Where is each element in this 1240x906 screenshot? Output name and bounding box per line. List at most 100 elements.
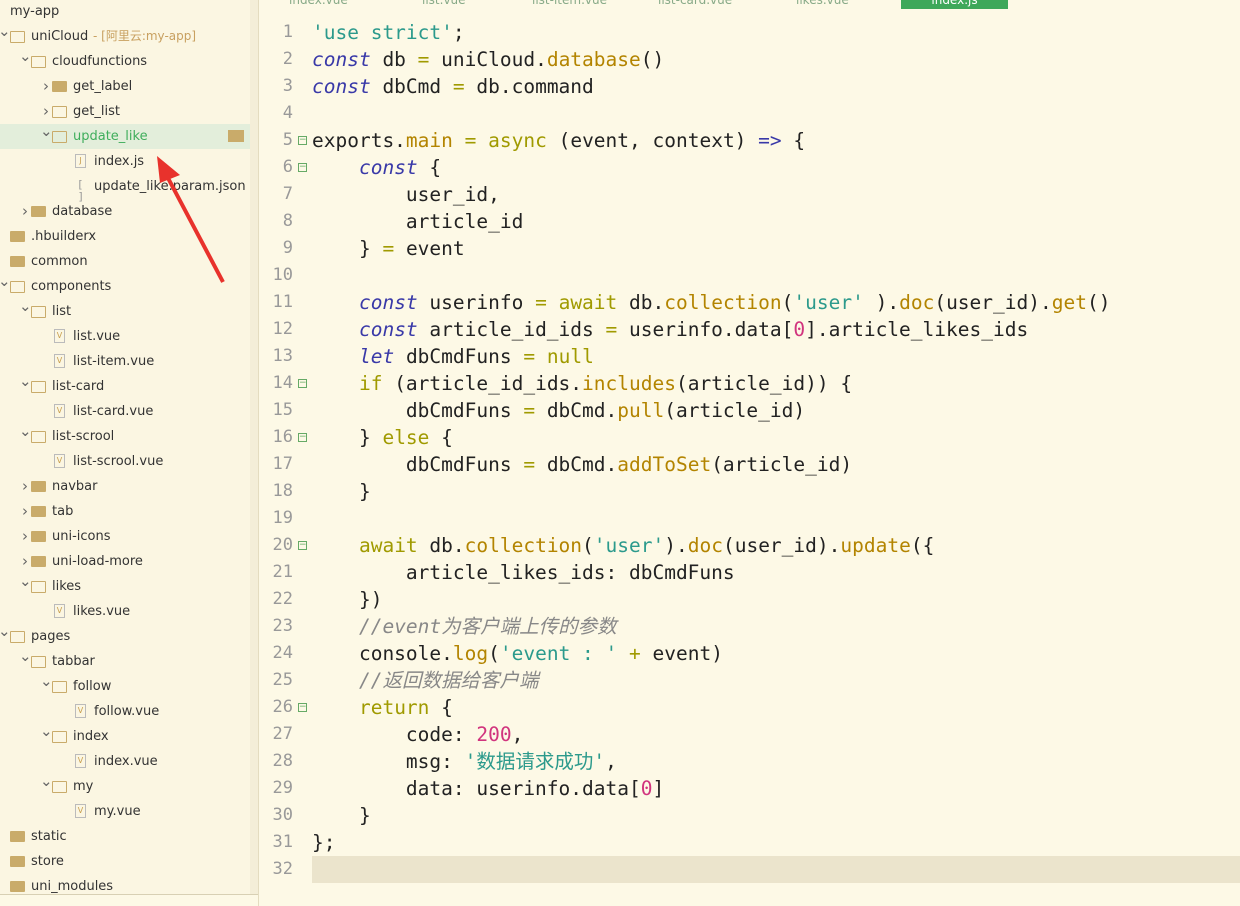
folder-item[interactable]: ⌄ my: [0, 772, 250, 799]
tab-list-item-vue[interactable]: list-item.vue: [532, 0, 607, 8]
chevron-right-icon[interactable]: ›: [19, 499, 31, 524]
code-line[interactable]: 24 console.log('event : ' + event): [259, 640, 1240, 667]
file-item[interactable]: Vindex.vue: [0, 749, 250, 774]
folder-item[interactable]: › uni-load-more: [0, 549, 250, 574]
chevron-down-icon[interactable]: ⌄: [19, 419, 32, 444]
chevron-down-icon[interactable]: ⌄: [0, 269, 11, 294]
folder-item[interactable]: ⌄ likes: [0, 572, 250, 599]
file-item[interactable]: Jindex.js: [0, 149, 250, 174]
fold-toggle-icon[interactable]: −: [298, 136, 307, 145]
folder-item[interactable]: static: [0, 824, 250, 849]
tab-index-js[interactable]: index.js: [901, 0, 1008, 9]
fold-toggle-icon[interactable]: −: [298, 541, 307, 550]
chevron-right-icon[interactable]: ›: [19, 474, 31, 499]
code-line[interactable]: 14− if (article_id_ids.includes(article_…: [259, 370, 1240, 397]
folder-item[interactable]: › get_label: [0, 74, 250, 99]
file-item[interactable]: Vmy.vue: [0, 799, 250, 824]
code-line[interactable]: 25 //返回数据给客户端: [259, 667, 1240, 694]
code-line[interactable]: 3 const dbCmd = db.command: [259, 73, 1240, 100]
code-line[interactable]: 9 } = event: [259, 235, 1240, 262]
sidebar-scrollbar[interactable]: [250, 0, 258, 894]
folder-item[interactable]: ⌄ tabbar: [0, 647, 250, 674]
code-line[interactable]: 5− exports.main = async (event, context) …: [259, 127, 1240, 154]
folder-item[interactable]: ⌄ pages: [0, 622, 250, 649]
code-line[interactable]: 26− return {: [259, 694, 1240, 721]
chevron-down-icon[interactable]: ⌄: [19, 569, 32, 594]
chevron-down-icon[interactable]: ⌄: [40, 119, 53, 144]
chevron-down-icon[interactable]: ⌄: [19, 644, 32, 669]
chevron-down-icon[interactable]: ⌄: [19, 369, 32, 394]
tab-index-vue[interactable]: index.vue: [289, 0, 348, 8]
file-item[interactable]: Vlikes.vue: [0, 599, 250, 624]
code-line[interactable]: 30 }: [259, 802, 1240, 829]
code-line[interactable]: 22 }): [259, 586, 1240, 613]
folder-item[interactable]: common: [0, 249, 250, 274]
code-line[interactable]: 29 data: userinfo.data[0]: [259, 775, 1240, 802]
code-line[interactable]: 2 const db = uniCloud.database(): [259, 46, 1240, 73]
file-item[interactable]: Vlist-item.vue: [0, 349, 250, 374]
chevron-down-icon[interactable]: ⌄: [19, 44, 32, 69]
code-line[interactable]: 4: [259, 100, 1240, 127]
chevron-down-icon[interactable]: ⌄: [19, 294, 32, 319]
folder-item[interactable]: ⌄ update_like: [0, 122, 250, 149]
fold-toggle-icon[interactable]: −: [298, 163, 307, 172]
folder-item[interactable]: .hbuilderx: [0, 224, 250, 249]
folder-item[interactable]: › database: [0, 199, 250, 224]
code-line[interactable]: 18 }: [259, 478, 1240, 505]
code-line[interactable]: 32: [259, 856, 1240, 883]
chevron-down-icon[interactable]: ⌄: [0, 19, 11, 44]
code-line[interactable]: 21 article_likes_ids: dbCmdFuns: [259, 559, 1240, 586]
folder-item[interactable]: ⌄ components: [0, 272, 250, 299]
code-line[interactable]: 23 //event为客户端上传的参数: [259, 613, 1240, 640]
code-line[interactable]: 15 dbCmdFuns = dbCmd.pull(article_id): [259, 397, 1240, 424]
chevron-down-icon[interactable]: ⌄: [40, 719, 53, 744]
code-editor[interactable]: 1'use strict'; 2 const db = uniCloud.data…: [259, 9, 1240, 906]
folder-item[interactable]: ⌄ list-card: [0, 372, 250, 399]
file-item[interactable]: Vlist.vue: [0, 324, 250, 349]
code-line[interactable]: 16− } else {: [259, 424, 1240, 451]
code-line[interactable]: 11 const userinfo = await db.collection(…: [259, 289, 1240, 316]
code-line[interactable]: 31};: [259, 829, 1240, 856]
code-line[interactable]: 10: [259, 262, 1240, 289]
code-line[interactable]: 13 let dbCmdFuns = null: [259, 343, 1240, 370]
folder-item[interactable]: ⌄ index: [0, 722, 250, 749]
code-line[interactable]: 1 'use strict';: [259, 19, 1240, 46]
code-line[interactable]: 28 msg: '数据请求成功',: [259, 748, 1240, 775]
chevron-down-icon[interactable]: ⌄: [40, 669, 53, 694]
folder-item[interactable]: ⌄ uniCloud - [阿里云:my-app]: [0, 22, 250, 49]
open-folder-icon[interactable]: [228, 130, 244, 142]
code-line[interactable]: 6− const {: [259, 154, 1240, 181]
folder-item[interactable]: store: [0, 849, 250, 874]
folder-item[interactable]: ⌄ follow: [0, 672, 250, 699]
folder-item[interactable]: › navbar: [0, 474, 250, 499]
folder-item[interactable]: my-app: [0, 0, 250, 24]
code-line[interactable]: 8 article_id: [259, 208, 1240, 235]
code-line[interactable]: 20− await db.collection('user').doc(user…: [259, 532, 1240, 559]
code-line[interactable]: 17 dbCmdFuns = dbCmd.addToSet(article_id…: [259, 451, 1240, 478]
folder-item[interactable]: › tab: [0, 499, 250, 524]
folder-item[interactable]: ⌄ list: [0, 297, 250, 324]
code-line[interactable]: 19: [259, 505, 1240, 532]
tab-list-card-vue[interactable]: list-card.vue: [658, 0, 732, 8]
code-line[interactable]: 27 code: 200,: [259, 721, 1240, 748]
tab-likes-vue[interactable]: likes.vue: [796, 0, 849, 8]
folder-item[interactable]: › get_list: [0, 99, 250, 124]
chevron-right-icon[interactable]: ›: [19, 524, 31, 549]
file-item[interactable]: [ ] update_like.param.json: [0, 174, 250, 203]
fold-toggle-icon[interactable]: −: [298, 433, 307, 442]
folder-item[interactable]: › uni-icons: [0, 524, 250, 549]
file-item[interactable]: Vlist-card.vue: [0, 399, 250, 424]
code-line[interactable]: 12 const article_id_ids = userinfo.data[…: [259, 316, 1240, 343]
chevron-right-icon[interactable]: ›: [19, 199, 31, 224]
chevron-down-icon[interactable]: ⌄: [0, 619, 11, 644]
file-item[interactable]: Vfollow.vue: [0, 699, 250, 724]
folder-item[interactable]: ⌄ cloudfunctions: [0, 47, 250, 74]
tab-list-vue[interactable]: list.vue: [422, 0, 466, 8]
file-item[interactable]: Vlist-scrool.vue: [0, 449, 250, 474]
fold-toggle-icon[interactable]: −: [298, 703, 307, 712]
chevron-right-icon[interactable]: ›: [40, 74, 52, 99]
code-line[interactable]: 7 user_id,: [259, 181, 1240, 208]
folder-item[interactable]: uni_modules: [0, 874, 250, 894]
fold-toggle-icon[interactable]: −: [298, 379, 307, 388]
folder-item[interactable]: ⌄ list-scrool: [0, 422, 250, 449]
